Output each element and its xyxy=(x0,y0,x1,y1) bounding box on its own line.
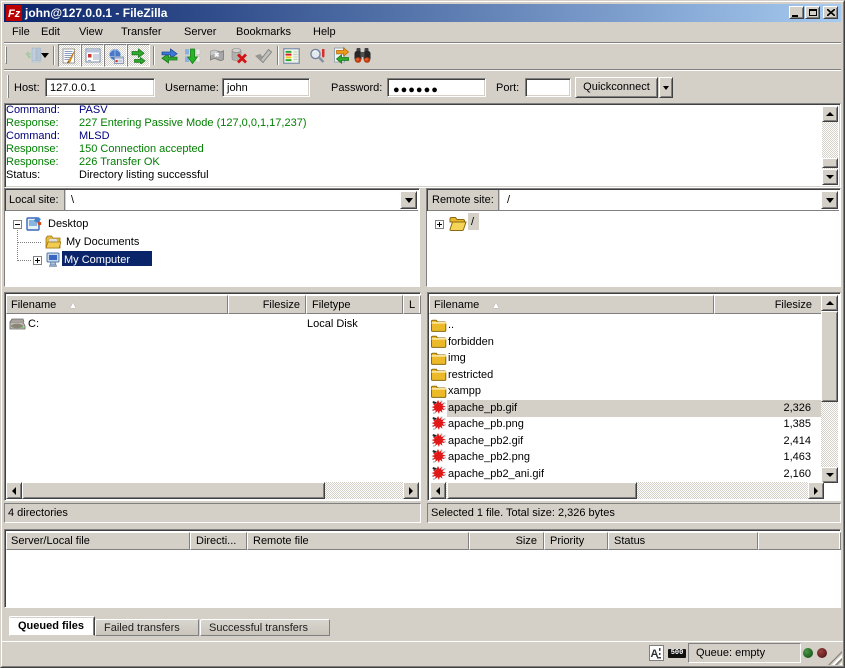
svg-text:Fz: Fz xyxy=(8,8,21,20)
